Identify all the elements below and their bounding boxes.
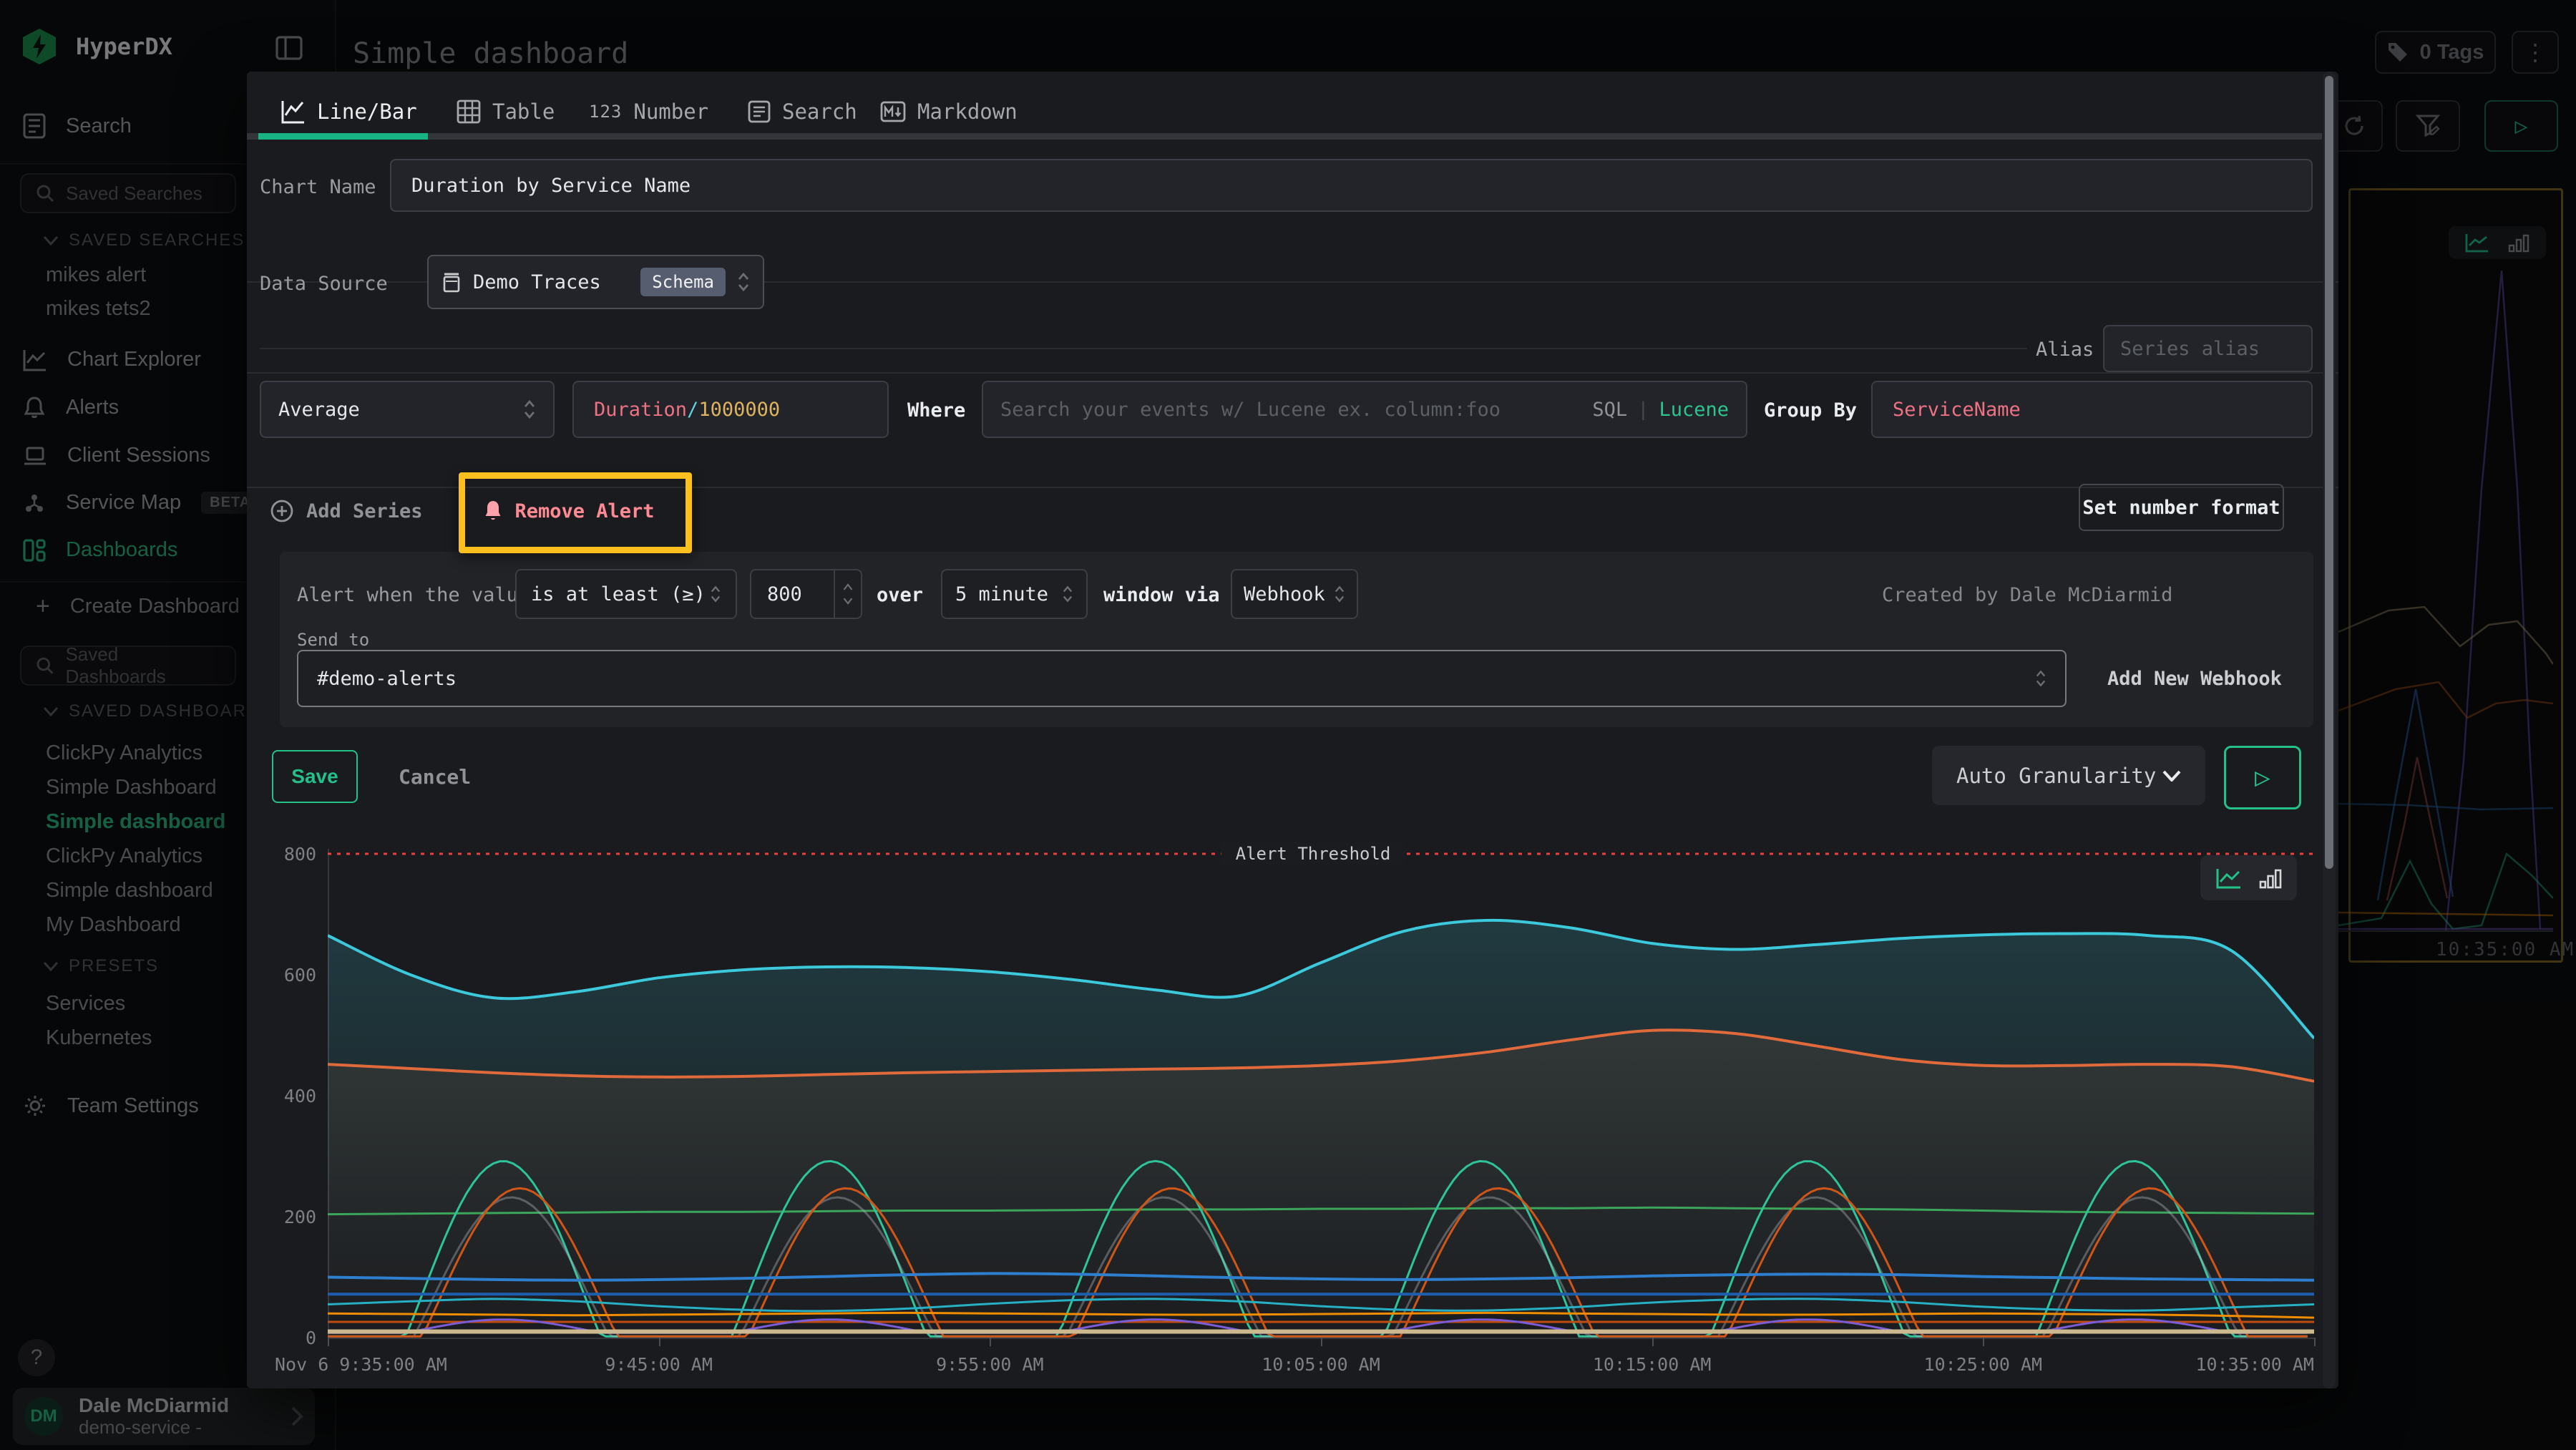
cancel-button[interactable]: Cancel: [399, 750, 471, 803]
tabs-underline: [247, 133, 2322, 140]
chart-area: 0 200 400 600 800 Nov 6 9:35:00 AM 9:45:00 AM…: [272, 816, 2333, 1388]
lucene-toggle[interactable]: Lucene: [1659, 399, 1729, 421]
field-slash: /: [687, 399, 698, 421]
x-tick-label: 10:05:00 AM: [1262, 1354, 1380, 1375]
alert-channel-select[interactable]: Webhook: [1231, 569, 1358, 619]
select-chevrons-icon: [737, 271, 750, 293]
y-tick-label: 200: [272, 1207, 316, 1227]
remove-alert-button[interactable]: Remove Alert: [476, 488, 662, 534]
x-tick-label: 10:25:00 AM: [1924, 1354, 2043, 1375]
where-label: Where: [907, 399, 965, 422]
x-tick-label: Nov 6 9:35:00 AM: [275, 1354, 447, 1375]
alert-threshold-label: Alert Threshold: [1221, 842, 1405, 865]
data-source-label: Data Source: [260, 273, 388, 295]
x-tick-label: 10:35:00 AM: [2195, 1354, 2314, 1375]
send-to-select[interactable]: #demo-alerts: [297, 650, 2067, 707]
line-chart-icon: [280, 99, 306, 124]
chart-type-toggle[interactable]: [2200, 855, 2297, 900]
alert-bell-icon: [483, 500, 503, 522]
divider: [247, 372, 2338, 374]
x-tick-mark: [659, 1338, 660, 1346]
x-tick-label: 10:15:00 AM: [1593, 1354, 1712, 1375]
select-chevrons-icon: [1062, 584, 1073, 604]
alias-label: Alias: [2036, 339, 2094, 361]
x-tick-label: 9:45:00 AM: [605, 1354, 713, 1375]
plus-circle-icon: [270, 500, 293, 522]
created-by-label: Created by Dale McDiarmid: [1882, 584, 2172, 606]
search-list-icon: [748, 100, 771, 123]
add-new-webhook-button[interactable]: Add New Webhook: [2107, 650, 2282, 707]
chart-name-input[interactable]: Duration by Service Name: [390, 159, 2313, 212]
set-number-format-button[interactable]: Set number format: [2079, 484, 2284, 531]
tab-markdown[interactable]: Markdown: [880, 92, 1018, 132]
y-tick-label: 400: [272, 1086, 316, 1106]
group-by-label: Group By: [1764, 399, 1857, 422]
aggregation-select[interactable]: Average: [260, 381, 555, 438]
select-chevrons-icon: [1334, 584, 1345, 604]
save-button[interactable]: Save: [272, 750, 358, 803]
granularity-select[interactable]: Auto Granularity: [1932, 746, 2205, 805]
y-tick-label: 800: [272, 844, 316, 865]
database-icon: [441, 271, 462, 293]
alert-prefix-label: Alert when the value: [297, 584, 530, 606]
series-alias-input[interactable]: Series alias: [2103, 325, 2313, 372]
active-tab-indicator: [258, 133, 428, 140]
markdown-icon: [880, 101, 906, 122]
bar-chart-icon: [2259, 867, 2282, 889]
schema-badge: Schema: [640, 268, 726, 296]
x-tick-mark: [1983, 1338, 1984, 1346]
lucene-search-input[interactable]: Search your events w/ Lucene ex. column:…: [982, 381, 1747, 438]
tab-search[interactable]: Search: [748, 92, 857, 132]
screen: HyperDX Search Saved Searches: [0, 0, 2576, 1450]
play-icon: ▷: [2255, 763, 2270, 792]
select-chevrons-icon: [710, 584, 721, 604]
modal-scrollbar-thumb[interactable]: [2325, 76, 2333, 869]
tab-table[interactable]: Table: [457, 92, 555, 132]
alias-placeholder: Series alias: [2120, 338, 2260, 360]
spinner-down-icon[interactable]: [843, 597, 853, 605]
line-chart[interactable]: [328, 816, 2314, 1338]
alias-divider: [260, 348, 2027, 349]
data-source-select[interactable]: Demo Traces Schema: [427, 255, 764, 309]
alert-condition-select[interactable]: is at least (≥): [515, 569, 737, 619]
chart-editor-modal: Line/Bar Table 123 Number Search: [247, 72, 2338, 1388]
add-series-button[interactable]: Add Series: [270, 488, 423, 534]
search-placeholder: Search your events w/ Lucene ex. column:…: [1000, 399, 1501, 421]
x-tick-mark: [328, 1338, 329, 1346]
x-tick-mark: [2314, 1338, 2316, 1346]
field-expression-input[interactable]: Duration/1000000: [572, 381, 889, 438]
field-denominator: 1000000: [698, 399, 780, 421]
field-name: Duration: [594, 399, 687, 421]
x-tick-mark: [1321, 1338, 1322, 1346]
chart-name-label: Chart Name: [260, 176, 376, 198]
group-by-input[interactable]: ServiceName: [1871, 381, 2313, 438]
tab-line-bar[interactable]: Line/Bar: [280, 92, 417, 132]
y-tick-label: 0: [272, 1328, 316, 1348]
window-via-label: window via: [1103, 584, 1220, 606]
123-icon: 123: [589, 102, 622, 122]
spinner-up-icon[interactable]: [843, 583, 853, 591]
chevron-down-icon: [2162, 770, 2181, 782]
pipe-separator: |: [1637, 399, 1649, 421]
select-chevrons-icon: [523, 398, 536, 421]
send-to-label: Send to: [297, 630, 369, 650]
table-icon: [457, 99, 481, 124]
alert-window-select[interactable]: 5 minute: [941, 569, 1088, 619]
over-label: over: [877, 584, 923, 606]
y-tick-label: 600: [272, 965, 316, 986]
run-chart-button[interactable]: ▷: [2224, 746, 2301, 809]
x-tick-label: 9:55:00 AM: [936, 1354, 1044, 1375]
line-chart-icon: [2216, 867, 2242, 889]
x-tick-mark: [1652, 1338, 1654, 1346]
x-tick-mark: [990, 1338, 991, 1346]
select-chevrons-icon: [2035, 668, 2046, 688]
tab-number[interactable]: 123 Number: [589, 92, 708, 132]
number-spinner[interactable]: [834, 570, 861, 618]
alert-threshold-input[interactable]: 800: [750, 569, 862, 619]
sql-toggle[interactable]: SQL: [1592, 399, 1627, 421]
